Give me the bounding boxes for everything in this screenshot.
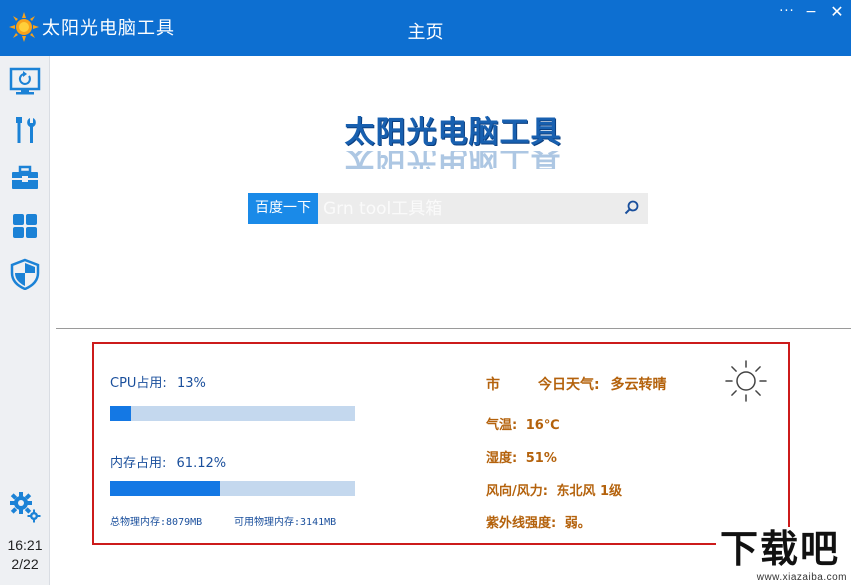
weather-temperature: 气温: 16℃ — [486, 414, 560, 433]
search-input[interactable] — [318, 193, 648, 224]
clock: 16:21 2/22 — [0, 536, 50, 574]
divider — [56, 328, 851, 329]
mem-value: 61.12% — [176, 456, 227, 471]
cpu-progress-bar — [110, 406, 355, 421]
avail-mem-value: 3141MB — [300, 517, 337, 528]
memory-progress-bar — [110, 481, 355, 496]
watermark-logo: 下载吧 — [720, 527, 841, 571]
total-mem-value: 8079MB — [166, 517, 203, 528]
watermark-url: www.xiazaiba.com — [756, 572, 847, 583]
baidu-search-button[interactable]: 百度一下 — [248, 193, 318, 224]
brand-text: 太阳光电脑工具 — [344, 115, 562, 150]
clock-time: 16:21 — [7, 537, 43, 553]
sun-icon — [725, 360, 767, 402]
temp-label: 气温: — [486, 418, 518, 433]
minimize-button[interactable]: − — [800, 3, 822, 21]
cpu-progress-fill — [110, 406, 131, 421]
weather-today: 今日天气: 多云转晴 — [538, 374, 666, 394]
weather-today-label: 今日天气: — [538, 377, 600, 393]
clock-date: 2/22 — [11, 556, 39, 572]
more-button[interactable]: ··· — [776, 3, 798, 21]
weather-wind: 风向/风力: 东北风 1级 — [486, 480, 622, 499]
humidity-value: 51% — [525, 451, 557, 466]
total-mem-label: 总物理内存: — [110, 517, 167, 528]
info-panel: CPU占用: 13% 内存占用: 61.12% 总物理内存:8079MB 可用物… — [92, 342, 790, 545]
temp-value: 16℃ — [525, 418, 560, 433]
gears-icon[interactable] — [9, 491, 41, 523]
search-icon[interactable] — [623, 199, 641, 217]
available-memory: 可用物理内存:3141MB — [234, 513, 336, 528]
mem-label: 内存占用: — [110, 456, 167, 471]
uv-label: 紫外线强度: — [486, 516, 557, 531]
weather-city: 市 — [486, 377, 500, 393]
total-memory: 总物理内存:8079MB — [110, 513, 202, 528]
watermark: 下载吧 www.xiazaiba.com — [716, 527, 851, 585]
tools-icon[interactable] — [9, 114, 41, 146]
apps-grid-icon[interactable] — [9, 210, 41, 242]
page-title: 主页 — [407, 22, 444, 43]
uv-value: 弱。 — [564, 516, 591, 531]
cpu-label: CPU占用: — [110, 376, 167, 391]
shield-icon[interactable] — [9, 258, 41, 290]
memory-usage-label: 内存占用: 61.12% — [110, 452, 226, 471]
wind-value: 东北风 1级 — [556, 484, 623, 499]
weather-humidity: 湿度: 51% — [486, 447, 557, 466]
main-content: 太阳光电脑工具 太阳光电脑工具 百度一下 CPU占用: 13% 内存占用: 61… — [51, 56, 851, 585]
humidity-label: 湿度: — [486, 451, 518, 466]
weather-today-value: 多云转晴 — [610, 377, 667, 393]
monitor-refresh-icon[interactable] — [9, 66, 41, 98]
wind-label: 风向/风力: — [486, 484, 548, 499]
toolbox-icon[interactable] — [9, 162, 41, 194]
weather-uv: 紫外线强度: 弱。 — [486, 512, 591, 531]
brand-reflection: 太阳光电脑工具 — [344, 151, 562, 169]
cpu-value: 13% — [176, 376, 206, 391]
avail-mem-label: 可用物理内存: — [234, 517, 301, 528]
close-button[interactable]: ✕ — [826, 3, 848, 21]
memory-progress-fill — [110, 481, 221, 496]
title-bar: 太阳光电脑工具 主页 ··· − ✕ — [0, 0, 851, 56]
brand-logo: 太阳光电脑工具 太阳光电脑工具 — [333, 115, 573, 169]
cpu-usage-label: CPU占用: 13% — [110, 372, 206, 391]
sidebar: 16:21 2/22 — [0, 56, 50, 585]
